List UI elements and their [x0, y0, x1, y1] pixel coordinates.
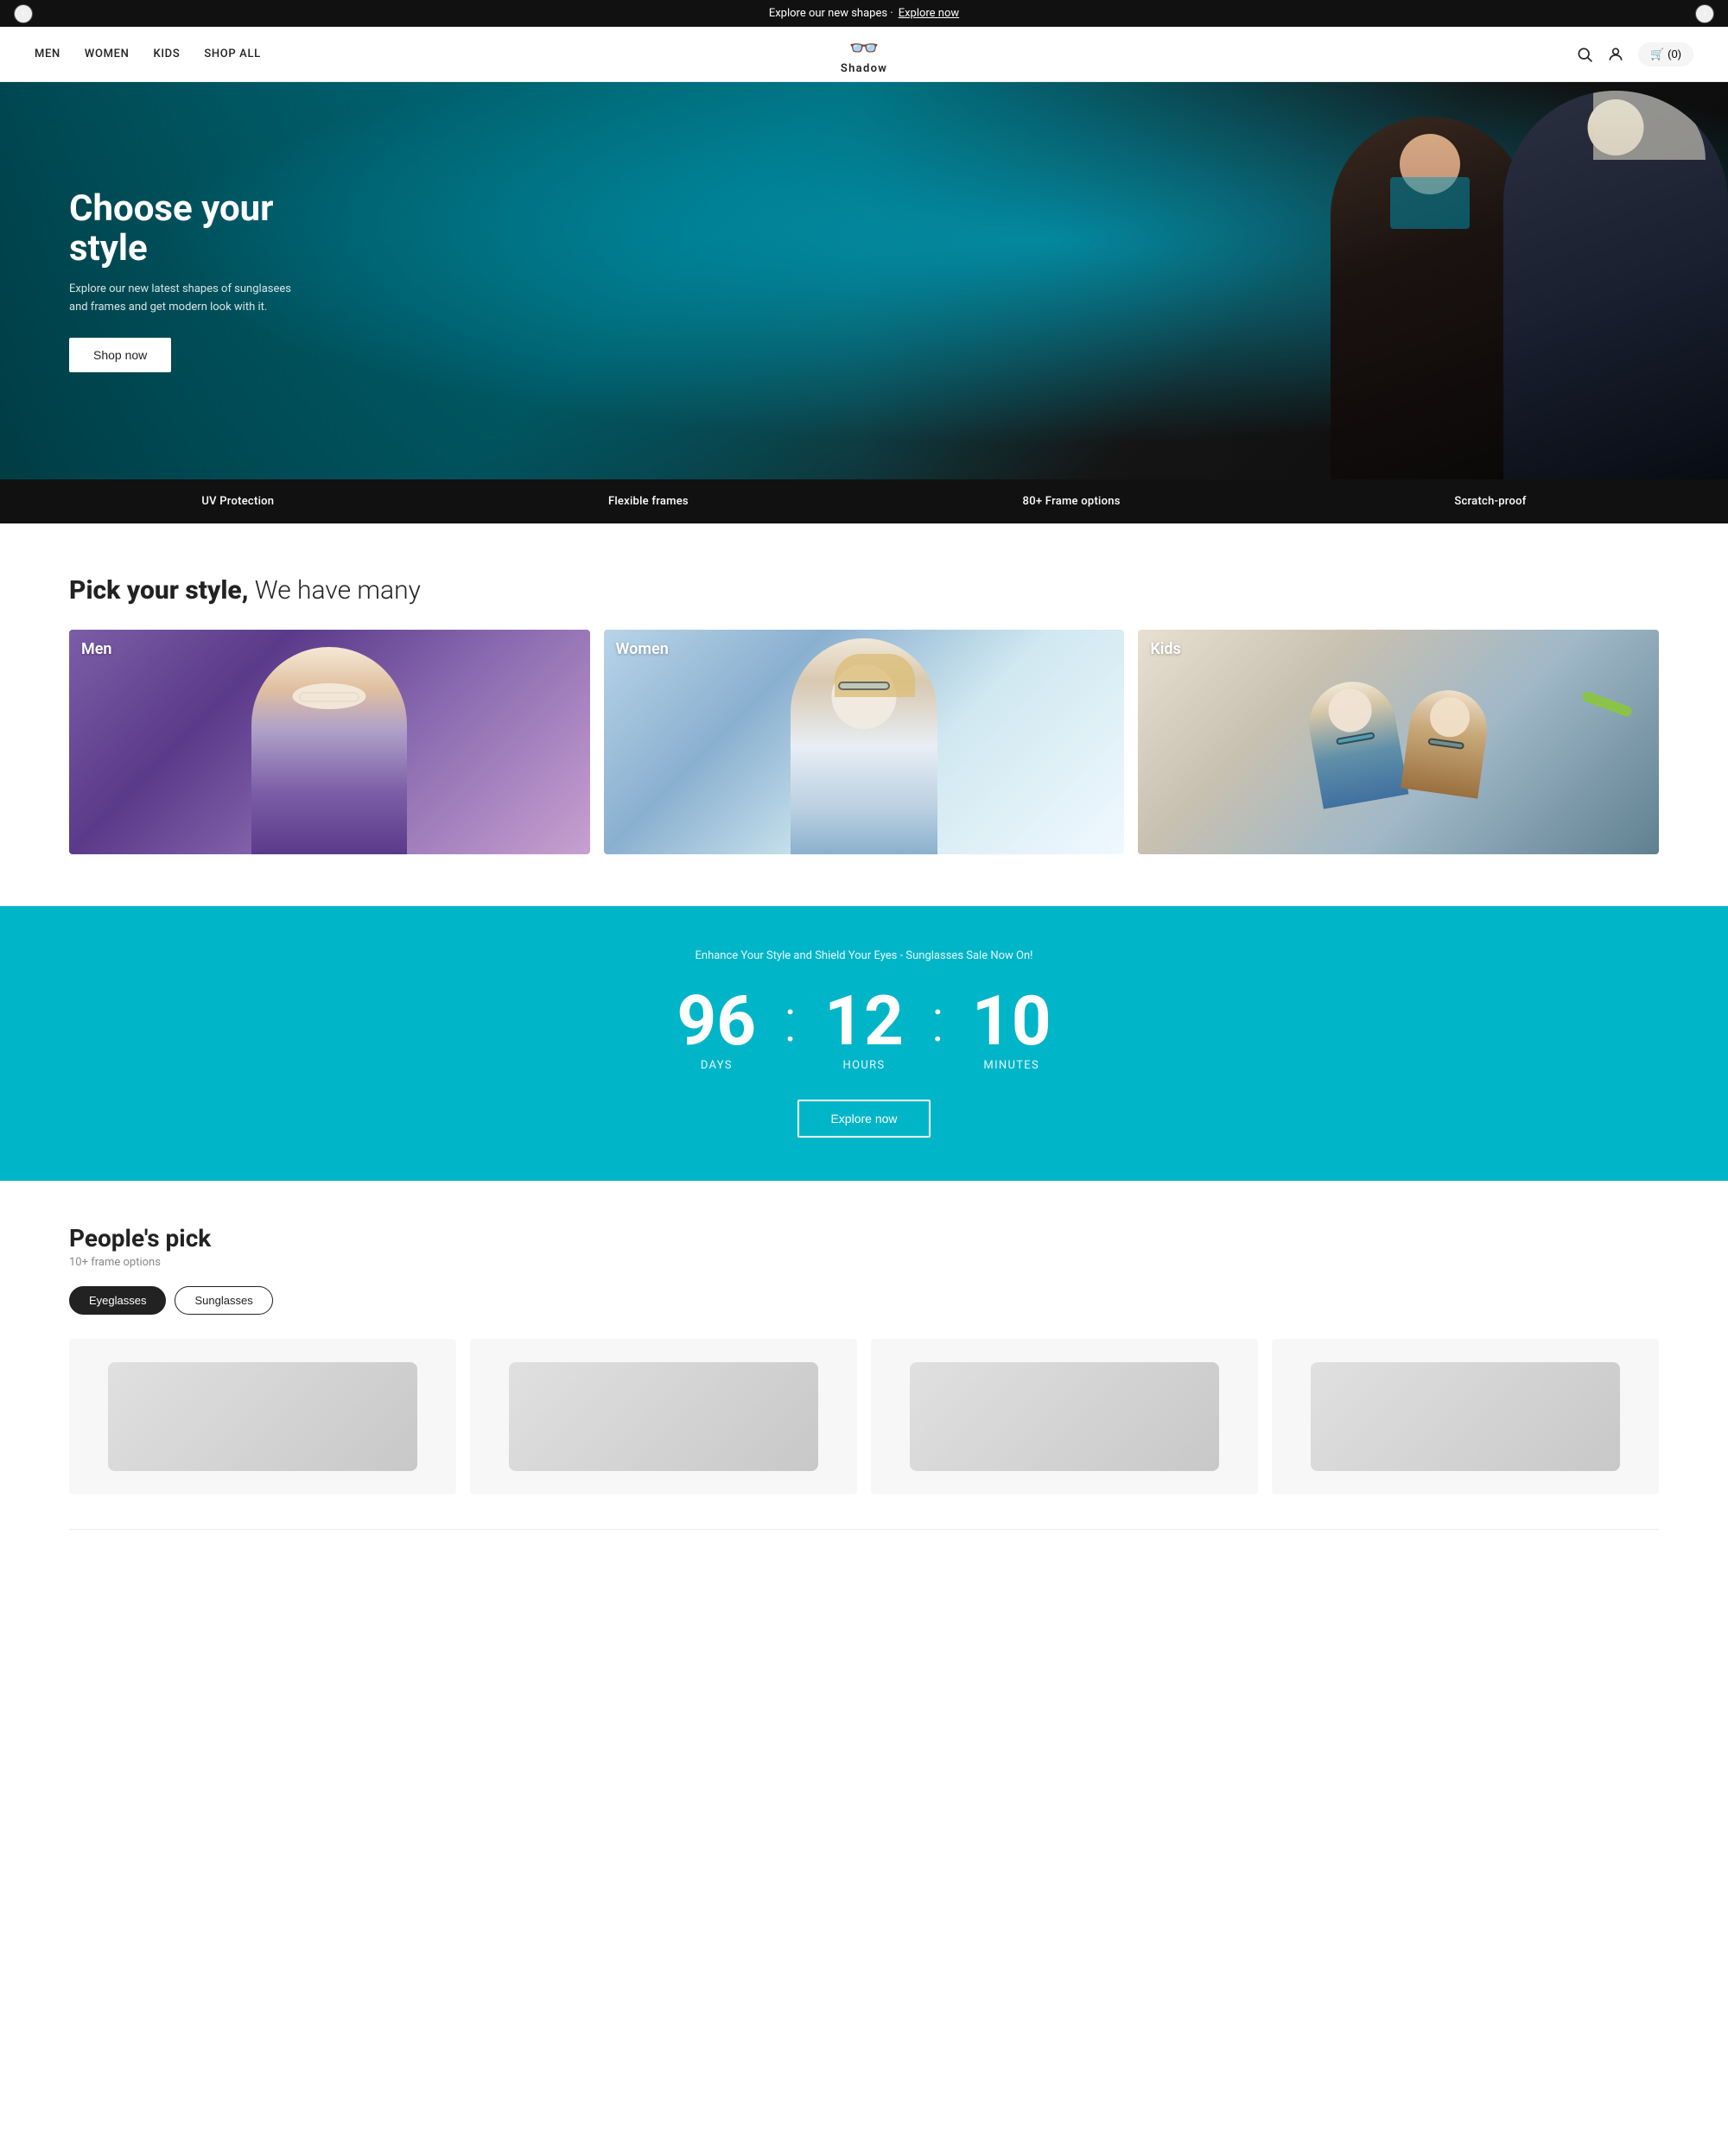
- logo-text: Shadow: [841, 62, 887, 75]
- peoples-pick-section: People's pick 10+ frame options Eyeglass…: [0, 1181, 1728, 1529]
- nav-shop-all[interactable]: SHOP ALL: [204, 48, 260, 60]
- main-nav: MEN WOMEN KIDS SHOP ALL: [35, 48, 261, 60]
- tab-eyeglasses[interactable]: Eyeglasses: [69, 1286, 166, 1315]
- hero-subtitle: Explore our new latest shapes of sunglas…: [69, 281, 294, 317]
- countdown-promo: Enhance Your Style and Shield Your Eyes …: [35, 949, 1693, 962]
- nav-kids[interactable]: KIDS: [153, 48, 180, 60]
- nav-women[interactable]: WOMEN: [85, 48, 130, 60]
- countdown-minutes: 10 MINUTES: [951, 986, 1072, 1072]
- category-women[interactable]: Women: [604, 630, 1125, 854]
- countdown-minutes-label: MINUTES: [951, 1059, 1072, 1072]
- kids-figures: [1312, 682, 1485, 802]
- search-icon[interactable]: [1576, 46, 1593, 63]
- women-person: [791, 638, 937, 854]
- kid-2: [1401, 685, 1492, 798]
- countdown-minutes-number: 10: [951, 986, 1072, 1056]
- countdown-section: Enhance Your Style and Shield Your Eyes …: [0, 906, 1728, 1181]
- hero-section: Choose your style Explore our new latest…: [0, 82, 1728, 479]
- product-card-4[interactable]: [1272, 1339, 1659, 1494]
- countdown-hours-number: 12: [804, 986, 924, 1056]
- product-card-2[interactable]: [470, 1339, 857, 1494]
- category-men[interactable]: Men: [69, 630, 590, 854]
- announcement-bar: ‹ Explore our new shapes · Explore now ›: [0, 0, 1728, 27]
- category-men-bg: [69, 630, 590, 854]
- toy-airplane: [1581, 690, 1633, 718]
- countdown-sep-1: :: [784, 991, 797, 1068]
- logo: 👓 Shadow: [841, 34, 887, 75]
- product-image-3: [910, 1362, 1219, 1471]
- pick-style-section: Pick your style, We have many Men: [0, 523, 1728, 906]
- product-card-1[interactable]: [69, 1339, 456, 1494]
- nav-men[interactable]: MEN: [35, 48, 60, 60]
- account-icon[interactable]: [1607, 46, 1624, 63]
- men-person: [251, 647, 407, 854]
- category-men-label: Men: [81, 640, 112, 658]
- product-card-3[interactable]: [871, 1339, 1258, 1494]
- announcement-link[interactable]: Explore now: [899, 7, 959, 20]
- kid-1: [1302, 675, 1408, 808]
- pick-style-title: Pick your style, We have many: [69, 575, 1659, 606]
- countdown-days-number: 96: [656, 986, 777, 1056]
- countdown-hours-label: HOURS: [804, 1059, 924, 1072]
- announcement-text: Explore our new shapes ·: [769, 7, 893, 20]
- category-women-bg: [604, 630, 1125, 854]
- countdown-days: 96 DAYS: [656, 986, 777, 1072]
- countdown-hours: 12 HOURS: [804, 986, 924, 1072]
- ann-prev-button[interactable]: ‹: [14, 4, 33, 23]
- product-image-4: [1311, 1362, 1620, 1471]
- peoples-pick-title: People's pick: [69, 1224, 1659, 1252]
- category-kids[interactable]: Kids: [1138, 630, 1659, 854]
- shop-now-button[interactable]: Shop now: [69, 338, 171, 372]
- features-bar: UV Protection Flexible frames 80+ Frame …: [0, 479, 1728, 523]
- explore-now-button[interactable]: Explore now: [797, 1100, 930, 1138]
- countdown-timer: 96 DAYS : 12 HOURS : 10 MINUTES: [35, 986, 1693, 1072]
- header: MEN WOMEN KIDS SHOP ALL 👓 Shadow 🛒 (0): [0, 27, 1728, 82]
- category-women-label: Women: [616, 640, 669, 658]
- products-row: [69, 1339, 1659, 1494]
- logo-icon: 👓: [849, 34, 880, 62]
- peoples-pick-subtitle: 10+ frame options: [69, 1256, 1659, 1269]
- tab-sunglasses[interactable]: Sunglasses: [175, 1286, 272, 1315]
- ann-next-button[interactable]: ›: [1695, 4, 1714, 23]
- feature-scratch: Scratch-proof: [1454, 495, 1526, 508]
- product-image-2: [509, 1362, 818, 1471]
- category-kids-label: Kids: [1150, 640, 1180, 658]
- feature-flexible: Flexible frames: [608, 495, 689, 508]
- header-actions: 🛒 (0): [1576, 42, 1693, 67]
- bottom-divider: [69, 1529, 1659, 1530]
- feature-uv: UV Protection: [201, 495, 274, 508]
- feature-frames: 80+ Frame options: [1023, 495, 1121, 508]
- category-kids-bg: [1138, 630, 1659, 854]
- product-image-1: [108, 1362, 417, 1471]
- countdown-days-label: DAYS: [656, 1059, 777, 1072]
- countdown-sep-2: :: [931, 991, 944, 1068]
- category-grid: Men Women: [69, 630, 1659, 854]
- hero-content: Choose your style Explore our new latest…: [0, 189, 363, 372]
- filter-tabs: Eyeglasses Sunglasses: [69, 1286, 1659, 1315]
- cart-button[interactable]: 🛒 (0): [1638, 42, 1693, 67]
- hero-title: Choose your style: [69, 189, 294, 269]
